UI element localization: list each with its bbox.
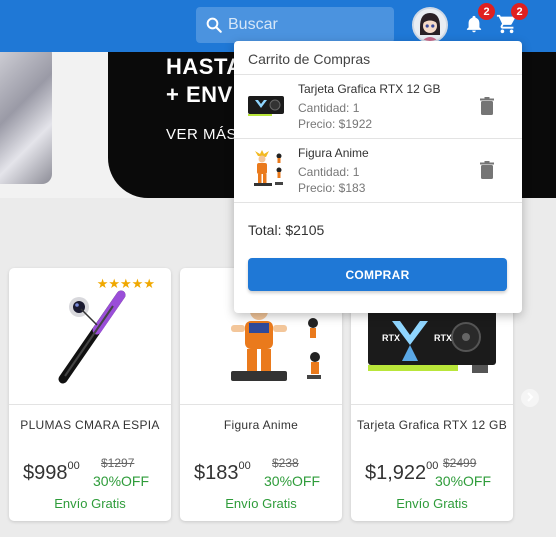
search-input[interactable] bbox=[228, 16, 378, 34]
trash-icon[interactable] bbox=[480, 97, 498, 117]
price-decimals: 00 bbox=[426, 460, 439, 472]
carousel-next-button[interactable] bbox=[521, 389, 539, 407]
search-box[interactable] bbox=[196, 7, 394, 43]
price-int: $998 bbox=[23, 462, 68, 484]
product-name[interactable]: PLUMAS CMARA ESPIA bbox=[9, 418, 171, 432]
product-card[interactable]: ★★★★★ PLUMAS CMARA ESPIA $99800 $1297 30… bbox=[9, 268, 171, 521]
cart-item-quantity: Cantidad: 1 bbox=[298, 165, 360, 179]
product-price: $99800 bbox=[23, 460, 80, 485]
anime-figure-icon bbox=[246, 149, 286, 189]
discount-badge: 30%OFF bbox=[93, 473, 150, 489]
buy-button[interactable]: COMPRAR bbox=[248, 258, 507, 291]
notifications-button[interactable]: 2 bbox=[459, 3, 495, 41]
discount-badge: 30%OFF bbox=[435, 473, 492, 489]
price-decimals: 00 bbox=[238, 460, 251, 472]
svg-text:RTX: RTX bbox=[382, 333, 400, 343]
cart-item: Tarjeta Grafica RTX 12 GB Cantidad: 1 Pr… bbox=[234, 75, 522, 137]
cart-dropdown: Carrito de Compras Tarjeta Grafica RTX 1… bbox=[234, 41, 522, 313]
banner-headline: HASTA bbox=[166, 54, 243, 79]
old-price: $2499 bbox=[443, 456, 477, 470]
old-price: $238 bbox=[272, 456, 299, 470]
cart-item-price: Precio: $1922 bbox=[298, 117, 373, 131]
old-price: $1297 bbox=[101, 456, 135, 470]
search-icon bbox=[200, 7, 228, 43]
card-divider bbox=[9, 404, 171, 405]
spy-pen-icon bbox=[9, 268, 171, 404]
cart-total: Total: $2105 bbox=[248, 222, 325, 238]
cart-item: Figura Anime Cantidad: 1 Precio: $183 bbox=[234, 139, 522, 201]
graphics-card-icon bbox=[246, 85, 286, 125]
product-name[interactable]: Tarjeta Grafica RTX 12 GB bbox=[351, 418, 513, 432]
discount-badge: 30%OFF bbox=[264, 473, 321, 489]
cart-item-price: Precio: $183 bbox=[298, 181, 366, 195]
product-name[interactable]: Figura Anime bbox=[180, 418, 342, 432]
svg-text:RTX: RTX bbox=[434, 333, 452, 343]
product-price: $1,92200 bbox=[365, 460, 439, 485]
avatar[interactable] bbox=[412, 7, 448, 43]
shipping-label: Envío Gratis bbox=[396, 496, 468, 511]
price-int: $183 bbox=[194, 462, 239, 484]
shipping-label: Envío Gratis bbox=[54, 496, 126, 511]
card-divider bbox=[180, 404, 342, 405]
cart-item-name: Figura Anime bbox=[298, 146, 369, 160]
shipping-label: Envío Gratis bbox=[225, 496, 297, 511]
cart-title: Carrito de Compras bbox=[248, 51, 371, 67]
cart-item-name: Tarjeta Grafica RTX 12 GB bbox=[298, 82, 441, 96]
cart-divider bbox=[234, 202, 522, 203]
card-divider bbox=[351, 404, 513, 405]
cart-badge: 2 bbox=[511, 3, 528, 20]
banner-see-more-link[interactable]: VER MÁS bbox=[166, 126, 237, 143]
banner-subheadline: + ENV bbox=[166, 82, 233, 107]
price-decimals: 00 bbox=[67, 460, 80, 472]
price-int: $1,922 bbox=[365, 462, 427, 484]
trash-icon[interactable] bbox=[480, 161, 498, 181]
cart-button[interactable]: 2 bbox=[492, 3, 528, 41]
product-price: $18300 bbox=[194, 460, 251, 485]
chevron-right-icon bbox=[525, 389, 535, 407]
phone-image bbox=[0, 52, 52, 184]
cart-item-quantity: Cantidad: 1 bbox=[298, 101, 360, 115]
